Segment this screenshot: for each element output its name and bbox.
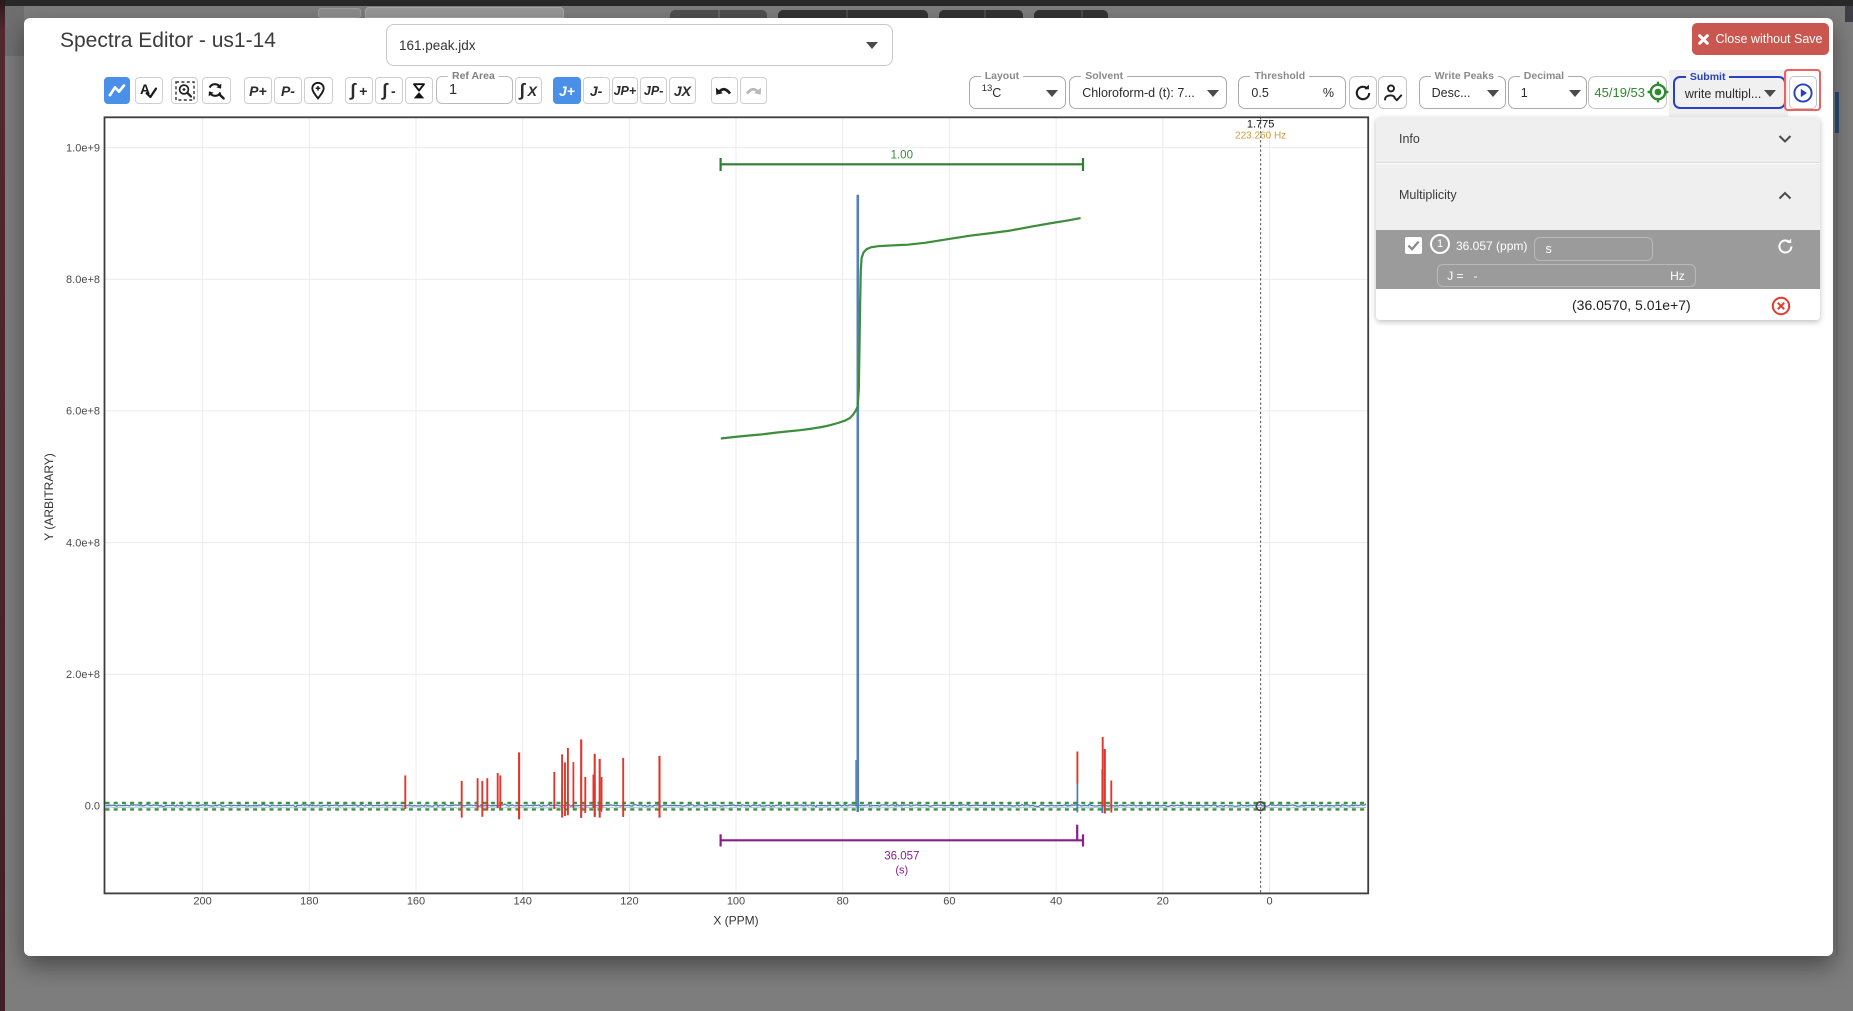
svg-text:(s): (s) [895, 865, 908, 877]
svg-text:Y (ARBITRARY): Y (ARBITRARY) [42, 453, 56, 541]
svg-text:36.057: 36.057 [884, 851, 919, 863]
svg-text:80: 80 [837, 896, 849, 908]
svg-text:120: 120 [620, 896, 638, 908]
svg-text:4.0e+8: 4.0e+8 [66, 537, 100, 549]
svg-text:140: 140 [514, 896, 532, 908]
svg-text:1.00: 1.00 [891, 150, 913, 162]
svg-text:200: 200 [193, 896, 211, 908]
svg-text:20: 20 [1157, 896, 1169, 908]
svg-text:160: 160 [407, 896, 425, 908]
svg-text:X (PPM): X (PPM) [713, 914, 758, 928]
svg-text:8.0e+8: 8.0e+8 [66, 274, 100, 286]
svg-text:1.0e+9: 1.0e+9 [66, 142, 100, 154]
svg-text:0.0: 0.0 [85, 801, 100, 813]
svg-text:180: 180 [300, 896, 318, 908]
svg-text:0: 0 [1266, 896, 1272, 908]
svg-text:60: 60 [943, 896, 955, 908]
svg-text:2.0e+8: 2.0e+8 [66, 669, 100, 681]
svg-text:223.260 Hz: 223.260 Hz [1235, 131, 1286, 142]
svg-text:6.0e+8: 6.0e+8 [66, 406, 100, 418]
svg-text:100: 100 [727, 896, 745, 908]
svg-text:1.775: 1.775 [1247, 118, 1275, 130]
svg-text:40: 40 [1050, 896, 1062, 908]
